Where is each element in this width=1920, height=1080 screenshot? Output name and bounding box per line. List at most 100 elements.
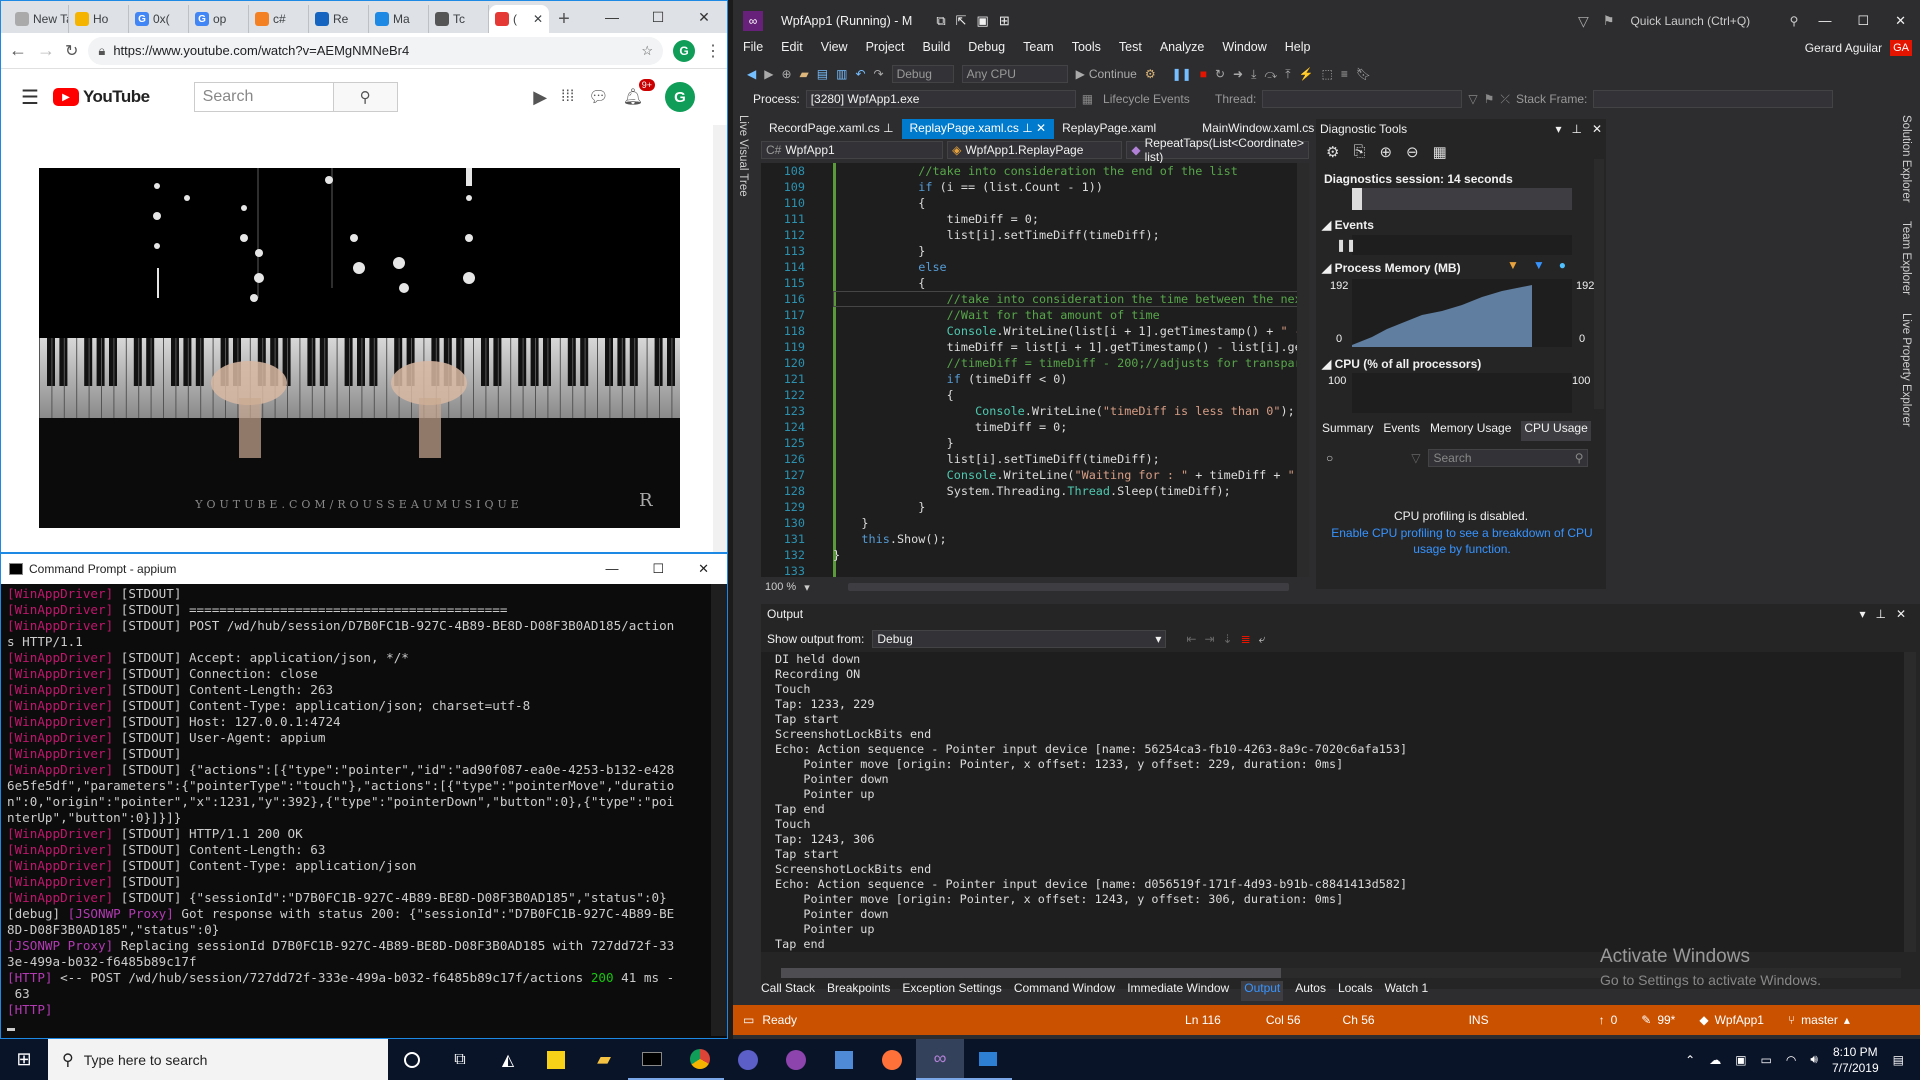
step-out-icon[interactable]: ⤒ <box>1285 67 1290 82</box>
code-line[interactable]: this.Show(); <box>833 531 1303 547</box>
code-text[interactable]: //take into consideration the end of the… <box>833 163 1303 577</box>
tab-events[interactable]: Events <box>1383 421 1420 441</box>
editor-hscrollbar[interactable] <box>847 583 1289 591</box>
code-line[interactable]: } <box>833 499 1303 515</box>
chrome-tab[interactable]: Ho <box>69 5 129 33</box>
youtube-logo[interactable]: ▶ YouTube <box>52 87 150 107</box>
terminal-icon[interactable] <box>628 1039 676 1080</box>
close-tab-icon[interactable]: ✕ <box>533 12 543 26</box>
toggle-breakpoint-icon[interactable]: ⬚ <box>1322 67 1333 81</box>
output-text[interactable]: DI held down Recording ON Touch Tap: 1233, … <box>761 652 1911 952</box>
taskbar-search[interactable]: ⚲ Type here to search <box>48 1039 388 1080</box>
save-icon[interactable]: ▤ <box>817 67 828 81</box>
select-element-icon[interactable]: ⧉ <box>936 13 945 29</box>
menu-analyze[interactable]: Analyze <box>1160 40 1204 60</box>
editor-vscrollbar[interactable] <box>1297 163 1309 577</box>
stop-debugging-icon[interactable]: ■ <box>1200 67 1207 81</box>
minimize-button[interactable]: — <box>1818 13 1831 29</box>
thread-dropdown[interactable] <box>1262 90 1463 108</box>
visual-studio-icon[interactable]: ∞ <box>916 1039 964 1080</box>
forward-icon[interactable]: → <box>37 40 55 61</box>
tab-immediate-window[interactable]: Immediate Window <box>1127 981 1229 1001</box>
code-line[interactable]: } <box>833 243 1303 259</box>
pending-changes-button[interactable]: ✎ 99* <box>1641 1013 1675 1027</box>
code-line[interactable]: Console.WriteLine("Waiting for : " + tim… <box>833 467 1303 483</box>
code-line[interactable]: list[i].setTimeDiff(timeDiff); <box>833 227 1303 243</box>
cortana-icon[interactable] <box>388 1039 436 1080</box>
repo-button[interactable]: ◆ WpfApp1 <box>1699 1013 1764 1027</box>
redo-icon[interactable]: ↷ <box>874 67 884 81</box>
code-line[interactable]: if (timeDiff < 0) <box>833 371 1303 387</box>
publish-button[interactable]: ↑ 0 <box>1599 1013 1618 1027</box>
tab-replaypage-cs[interactable]: ReplayPage.xaml.cs ⊥ ✕ <box>901 119 1055 139</box>
adorner-icon[interactable]: ▣ <box>977 13 989 29</box>
display-icon[interactable]: ▣ <box>1735 1053 1746 1067</box>
battery-icon[interactable]: ▭ <box>1761 1053 1772 1067</box>
code-line[interactable]: Console.WriteLine("timeDiff is less than… <box>833 403 1303 419</box>
restart-icon[interactable]: ↻ <box>1215 67 1225 81</box>
menu-window[interactable]: Window <box>1222 40 1266 60</box>
code-line[interactable]: { <box>833 275 1303 291</box>
bookmark-icon[interactable]: 🔖︎ <box>1356 67 1371 81</box>
step-into-icon[interactable]: ⤓ <box>1251 67 1256 82</box>
quick-launch-input[interactable]: Quick Launch (Ctrl+Q) ⚲ <box>1624 11 1804 31</box>
code-line[interactable]: //timeDiff = timeDiff - 200;//adjusts fo… <box>833 355 1303 371</box>
chrome-tab[interactable]: Re <box>309 5 369 33</box>
tab-exception-settings[interactable]: Exception Settings <box>902 981 1001 1001</box>
open-file-icon[interactable]: ▰ <box>800 67 809 81</box>
chrome-tab[interactable]: New Ta <box>9 5 69 33</box>
session-timeline[interactable] <box>1352 188 1572 210</box>
code-line[interactable]: else <box>833 259 1303 275</box>
tab-recordpage-cs[interactable]: RecordPage.xaml.cs ⊥ <box>761 119 902 139</box>
chrome-scrollbar[interactable] <box>713 125 727 552</box>
zoom-out-icon[interactable]: ⊖ <box>1406 143 1419 161</box>
zoom-in-icon[interactable]: ⊕ <box>1379 143 1392 161</box>
media-player-icon[interactable] <box>724 1039 772 1080</box>
tab-autos[interactable]: Autos <box>1295 981 1326 1001</box>
screen-recorder-icon[interactable] <box>772 1039 820 1080</box>
pin-icon[interactable]: ⊥ <box>883 121 893 135</box>
live-visual-tree-tab[interactable]: Live Visual Tree <box>733 115 755 585</box>
lifecycle-dropdown[interactable]: Lifecycle Events <box>1099 90 1209 108</box>
class-dropdown[interactable]: ◈ WpfApp1.ReplayPage <box>947 141 1123 159</box>
code-line[interactable]: timeDiff = 0; <box>833 211 1303 227</box>
attach-icon[interactable]: ⚙ <box>1145 67 1156 81</box>
close-button[interactable]: ✕ <box>698 561 709 577</box>
events-section[interactable]: ◢ Events <box>1322 218 1374 232</box>
menu-view[interactable]: View <box>821 40 848 60</box>
profile-avatar[interactable]: G <box>673 39 695 62</box>
hamburger-menu-icon[interactable]: ☰ <box>21 85 39 110</box>
pin-icon[interactable]: ⊥ <box>1022 121 1032 135</box>
menu-team[interactable]: Team <box>1023 40 1054 60</box>
code-line[interactable]: if (i == (list.Count - 1)) <box>833 179 1303 195</box>
new-tab-button[interactable]: + <box>549 5 579 33</box>
code-editor[interactable]: 108 109 110 111 112 113 114 115 116 117 118 119 120 1… <box>761 163 1309 577</box>
firefox-icon[interactable] <box>868 1039 916 1080</box>
project-dropdown[interactable]: C# WpfApp1 <box>761 141 944 159</box>
save-all-icon[interactable]: ▥ <box>836 67 847 81</box>
menu-edit[interactable]: Edit <box>781 40 803 60</box>
member-dropdown[interactable]: ◆ RepeatTaps(List<Coordinate> list) <box>1126 136 1309 164</box>
break-all-icon[interactable]: ❚❚ <box>1172 67 1192 81</box>
close-tab-icon[interactable]: ✕ <box>1036 121 1046 135</box>
notifications-icon[interactable]: 🔔︎ 9+ <box>623 79 655 107</box>
menu-build[interactable]: Build <box>922 40 950 60</box>
volume-icon[interactable]: 🔊︎ <box>1810 1052 1818 1067</box>
video-player[interactable]: YOUTUBE.COM/ROUSSEAUMUSIQUE R <box>39 168 680 528</box>
tab-command-window[interactable]: Command Window <box>1014 981 1115 1001</box>
clear-all-icon[interactable]: ≣ <box>1241 632 1251 646</box>
maximize-button[interactable]: ☐ <box>635 1 681 33</box>
feedback-icon[interactable]: ⚑ <box>1603 13 1615 29</box>
stack-frame-dropdown[interactable] <box>1593 90 1834 108</box>
chrome-tab[interactable]: c# <box>249 5 309 33</box>
step-over-icon[interactable]: ⤼ <box>1264 67 1277 82</box>
close-button[interactable]: ✕ <box>681 1 727 33</box>
file-explorer-icon[interactable]: ▰ <box>580 1039 628 1080</box>
wifi-icon[interactable]: ◠ <box>1786 1053 1796 1067</box>
chrome-menu-icon[interactable]: ⋮ <box>705 41 721 61</box>
export-icon[interactable]: ⎘ <box>1353 143 1365 161</box>
tab-watch-1[interactable]: Watch 1 <box>1385 981 1429 1001</box>
back-icon[interactable]: ◀ <box>747 67 756 81</box>
back-icon[interactable]: ← <box>9 40 27 61</box>
code-line[interactable]: //take into consideration the time betwe… <box>833 291 1303 307</box>
